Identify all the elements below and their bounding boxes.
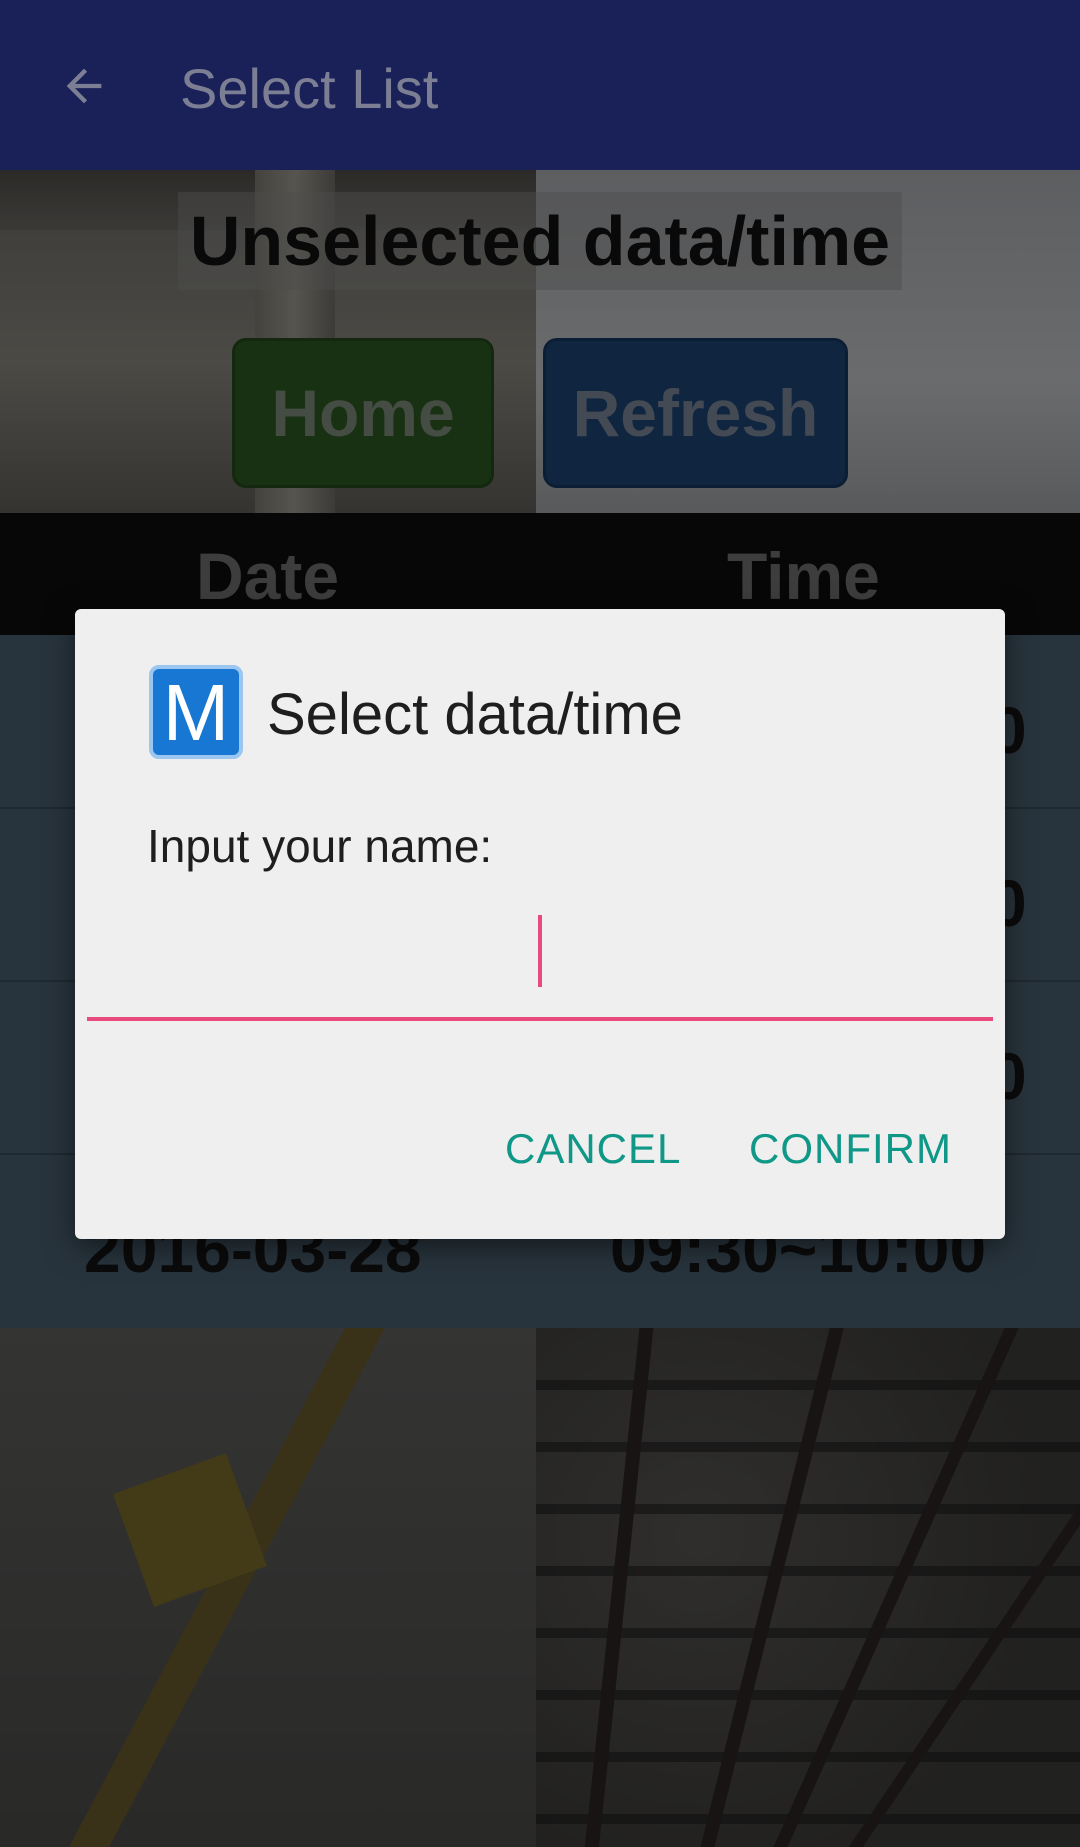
cancel-button[interactable]: CANCEL bbox=[505, 1125, 681, 1173]
text-cursor bbox=[538, 915, 542, 987]
confirm-button[interactable]: CONFIRM bbox=[749, 1125, 952, 1173]
arrow-left-icon[interactable] bbox=[58, 60, 110, 112]
dialog-message: Input your name: bbox=[147, 820, 493, 872]
select-dialog: M Select data/time Input your name: CANC… bbox=[75, 609, 1005, 1239]
app-bar: Select List bbox=[0, 0, 1080, 170]
app-m-icon: M bbox=[149, 665, 243, 759]
dialog-title: Select data/time bbox=[267, 682, 683, 747]
app-bar-title: Select List bbox=[180, 57, 439, 120]
